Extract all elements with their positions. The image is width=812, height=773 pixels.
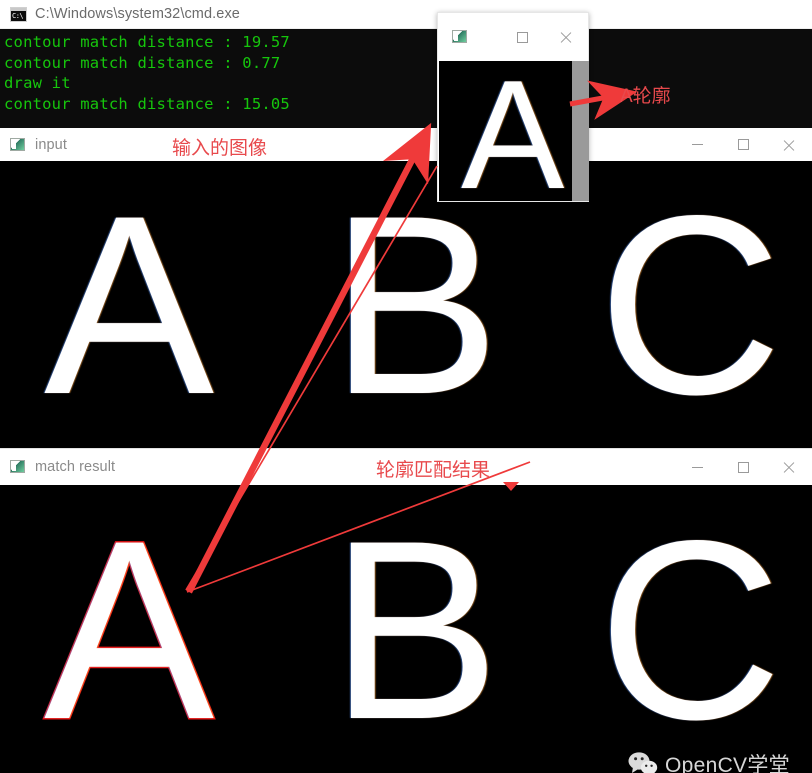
input-maximize-button[interactable]: [720, 128, 766, 161]
screenshot-root: C:\ C:\Windows\system32\cmd.exe contour …: [0, 0, 812, 773]
minimize-icon: [691, 144, 703, 145]
popup-close-button[interactable]: [544, 13, 588, 61]
cmd-icon: C:\: [10, 7, 27, 22]
match-image-canvas: A B C OpenCV学堂: [0, 485, 812, 773]
match-maximize-button[interactable]: [720, 449, 766, 485]
input-minimize-button[interactable]: [674, 128, 720, 161]
match-annotation-label: 轮廓匹配结果: [376, 460, 491, 481]
wechat-icon: [628, 751, 658, 773]
console-line: contour match distance : 0.77: [4, 53, 281, 72]
close-icon: [782, 460, 796, 474]
input-titlebar[interactable]: input: [0, 128, 812, 161]
opencv-window-icon: [10, 137, 26, 152]
maximize-icon: [737, 461, 749, 473]
console-line: contour match distance : 19.57: [4, 33, 290, 51]
popup-titlebar[interactable]: [438, 13, 588, 61]
match-minimize-button[interactable]: [674, 449, 720, 485]
input-window-title: input: [35, 136, 67, 153]
match-letter-b: B: [330, 488, 501, 773]
console-line: contour match distance : 15.05: [4, 94, 290, 113]
watermark-text: OpenCV学堂: [665, 754, 790, 773]
input-image-canvas: A B C: [0, 161, 812, 448]
opencv-window-icon: [10, 460, 26, 474]
cmd-title: C:\Windows\system32\cmd.exe: [35, 6, 240, 22]
console-line: draw it: [4, 74, 71, 92]
cmd-titlebar[interactable]: C:\ C:\Windows\system32\cmd.exe: [0, 0, 812, 29]
popup-letter-a: A: [461, 61, 565, 201]
match-window-title: match result: [35, 459, 116, 475]
close-icon: [782, 138, 796, 152]
input-letter-c: C: [598, 163, 783, 448]
close-icon: [559, 30, 573, 44]
match-letter-a-contoured: A: [42, 488, 215, 773]
match-result-window: match result A B C OpenCV学堂: [0, 448, 812, 773]
input-annotation-label: 输入的图像: [172, 138, 268, 159]
a-contour-popup-window: A: [437, 12, 589, 202]
maximize-icon: [516, 31, 528, 43]
cmd-window: C:\ C:\Windows\system32\cmd.exe contour …: [0, 0, 812, 128]
input-letter-b: B: [330, 163, 501, 448]
input-close-button[interactable]: [766, 128, 812, 161]
popup-maximize-button[interactable]: [500, 13, 544, 61]
cmd-console-output: contour match distance : 19.57 contour m…: [0, 29, 812, 128]
match-letter-c: C: [598, 488, 783, 773]
popup-image-canvas: A: [439, 61, 589, 201]
input-window: input A B C: [0, 128, 812, 448]
minimize-icon: [691, 466, 703, 468]
popup-annotation-label: A轮廓: [620, 86, 671, 107]
opencv-window-icon: [452, 30, 468, 44]
maximize-icon: [737, 139, 749, 150]
match-close-button[interactable]: [766, 449, 812, 485]
popup-vertical-scrollbar[interactable]: [572, 61, 589, 201]
input-letter-a: A: [44, 163, 215, 448]
watermark: OpenCV学堂: [628, 749, 790, 773]
